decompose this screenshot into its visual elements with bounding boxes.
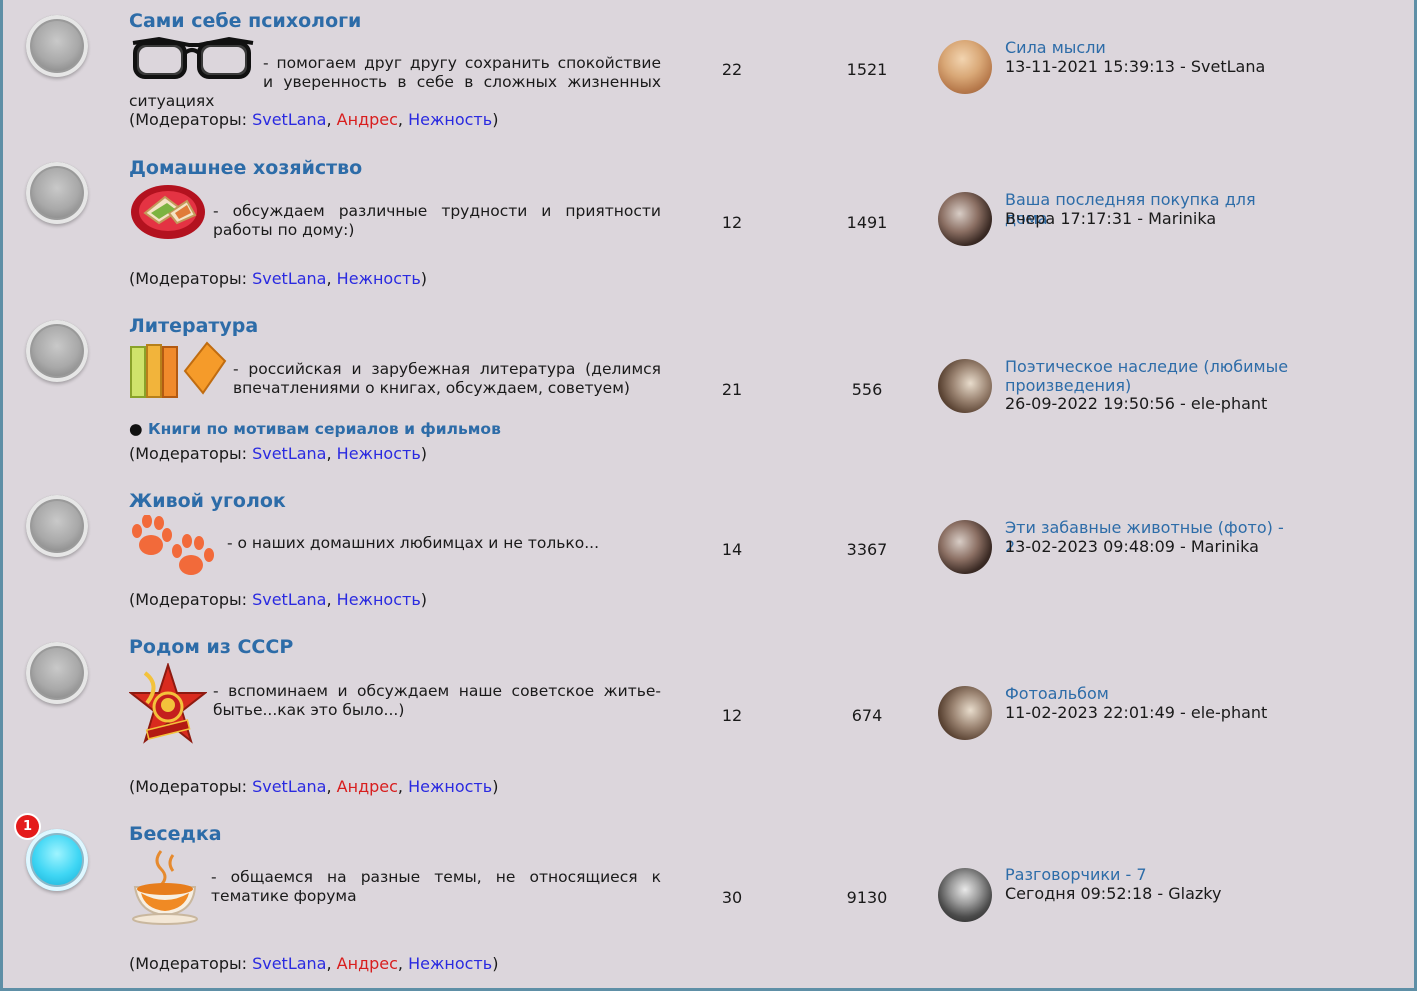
tea-cup-icon (129, 849, 205, 930)
forum-read-status-icon (26, 642, 88, 704)
avatar[interactable] (938, 192, 992, 246)
forum-title-link[interactable]: Сами себе психологи (129, 10, 361, 32)
avatar[interactable] (938, 359, 992, 413)
topics-count: 12 (721, 706, 743, 725)
last-post-meta: 13-11-2021 15:39:13 - SvetLana (1005, 57, 1266, 76)
forum-read-status-icon (26, 320, 88, 382)
topics-count: 21 (721, 380, 743, 399)
moderator-link[interactable]: Нежность (408, 110, 492, 129)
avatar[interactable] (938, 868, 992, 922)
topics-count: 12 (721, 213, 743, 232)
forum-title-link[interactable]: Домашнее хозяйство (129, 157, 362, 179)
forum-description: - вспоминаем и обсуждаем наше советское … (128, 661, 661, 754)
forum-read-status-icon (26, 162, 88, 224)
last-post-meta: 26-09-2022 19:50:56 - ele-phant (1005, 394, 1268, 413)
plate-with-food-icon (129, 183, 207, 246)
last-post-topic-link[interactable]: Поэтическое наследие (любимые произведен… (1005, 357, 1295, 395)
forum-title-link[interactable]: Литература (129, 315, 258, 337)
moderator-link[interactable]: Нежность (337, 269, 421, 288)
moderator-link[interactable]: SvetLana (252, 269, 326, 288)
last-post-topic-link[interactable]: Фотоальбом (1005, 684, 1295, 703)
last-post-meta: Вчера 17:17:31 - Marinika (1005, 209, 1217, 228)
new-posts-badge: 1 (16, 815, 39, 838)
forum-unread-status-icon (26, 829, 88, 891)
topics-count: 30 (721, 888, 743, 907)
forum-description: - о наших домашних любимцах и не только.… (129, 514, 661, 586)
moderators-list: (Модераторы: SvetLana, Нежность) (129, 444, 427, 463)
posts-count: 556 (851, 380, 883, 399)
moderators-list: (Модераторы: SvetLana, Нежность) (129, 269, 427, 288)
moderator-link[interactable]: SvetLana (252, 954, 326, 973)
pioneer-badge-icon (128, 661, 208, 754)
avatar[interactable] (938, 520, 992, 574)
forum-title-link[interactable]: Живой уголок (129, 490, 286, 512)
paw-prints-icon (129, 514, 221, 586)
posts-count: 9130 (846, 888, 888, 907)
subforum-link[interactable]: ● Книги по мотивам сериалов и фильмов (129, 420, 501, 438)
moderators-list: (Модераторы: SvetLana, Андрес, Нежность) (129, 110, 499, 129)
moderator-link[interactable]: SvetLana (252, 777, 326, 796)
moderator-link[interactable]: Нежность (337, 444, 421, 463)
avatar[interactable] (938, 40, 992, 94)
moderator-link[interactable]: Нежность (337, 590, 421, 609)
posts-count: 1521 (846, 60, 888, 79)
moderator-link[interactable]: Андрес (337, 777, 398, 796)
forum-read-status-icon (26, 495, 88, 557)
moderators-list: (Модераторы: SvetLana, Андрес, Нежность) (129, 777, 499, 796)
forum-description: - помогаем друг другу сохранить спокойст… (129, 35, 661, 111)
topics-count: 14 (721, 540, 743, 559)
posts-count: 3367 (846, 540, 888, 559)
moderator-link[interactable]: Нежность (408, 954, 492, 973)
moderator-link[interactable]: Нежность (408, 777, 492, 796)
avatar[interactable] (938, 686, 992, 740)
topics-count: 22 (721, 60, 743, 79)
last-post-topic-link[interactable]: Сила мысли (1005, 38, 1295, 57)
forum-description: - общаемся на разные темы, не относящиес… (129, 849, 661, 930)
moderator-link[interactable]: SvetLana (252, 590, 326, 609)
moderator-link[interactable]: SvetLana (252, 444, 326, 463)
last-post-topic-link[interactable]: Разговорчики - 7 (1005, 865, 1295, 884)
forum-description: - российская и зарубежная литература (де… (129, 341, 661, 404)
last-post-meta: 11-02-2023 22:01:49 - ele-phant (1005, 703, 1268, 722)
forum-read-status-icon (26, 15, 88, 77)
posts-count: 674 (851, 706, 883, 725)
moderator-link[interactable]: Андрес (337, 954, 398, 973)
moderators-list: (Модераторы: SvetLana, Нежность) (129, 590, 427, 609)
last-post-meta: Сегодня 09:52:18 - Glazky (1005, 884, 1222, 903)
moderator-link[interactable]: Андрес (337, 110, 398, 129)
forum-title-link[interactable]: Родом из СССР (129, 636, 293, 658)
posts-count: 1491 (846, 213, 888, 232)
books-icon (129, 341, 227, 404)
glasses-icon (129, 35, 257, 90)
moderator-link[interactable]: SvetLana (252, 110, 326, 129)
forum-title-link[interactable]: Беседка (129, 823, 222, 845)
moderators-list: (Модераторы: SvetLana, Андрес, Нежность) (129, 954, 499, 973)
forum-description: - обсуждаем различные трудности и приятн… (129, 183, 661, 246)
last-post-meta: 13-02-2023 09:48:09 - Marinika (1005, 537, 1259, 556)
